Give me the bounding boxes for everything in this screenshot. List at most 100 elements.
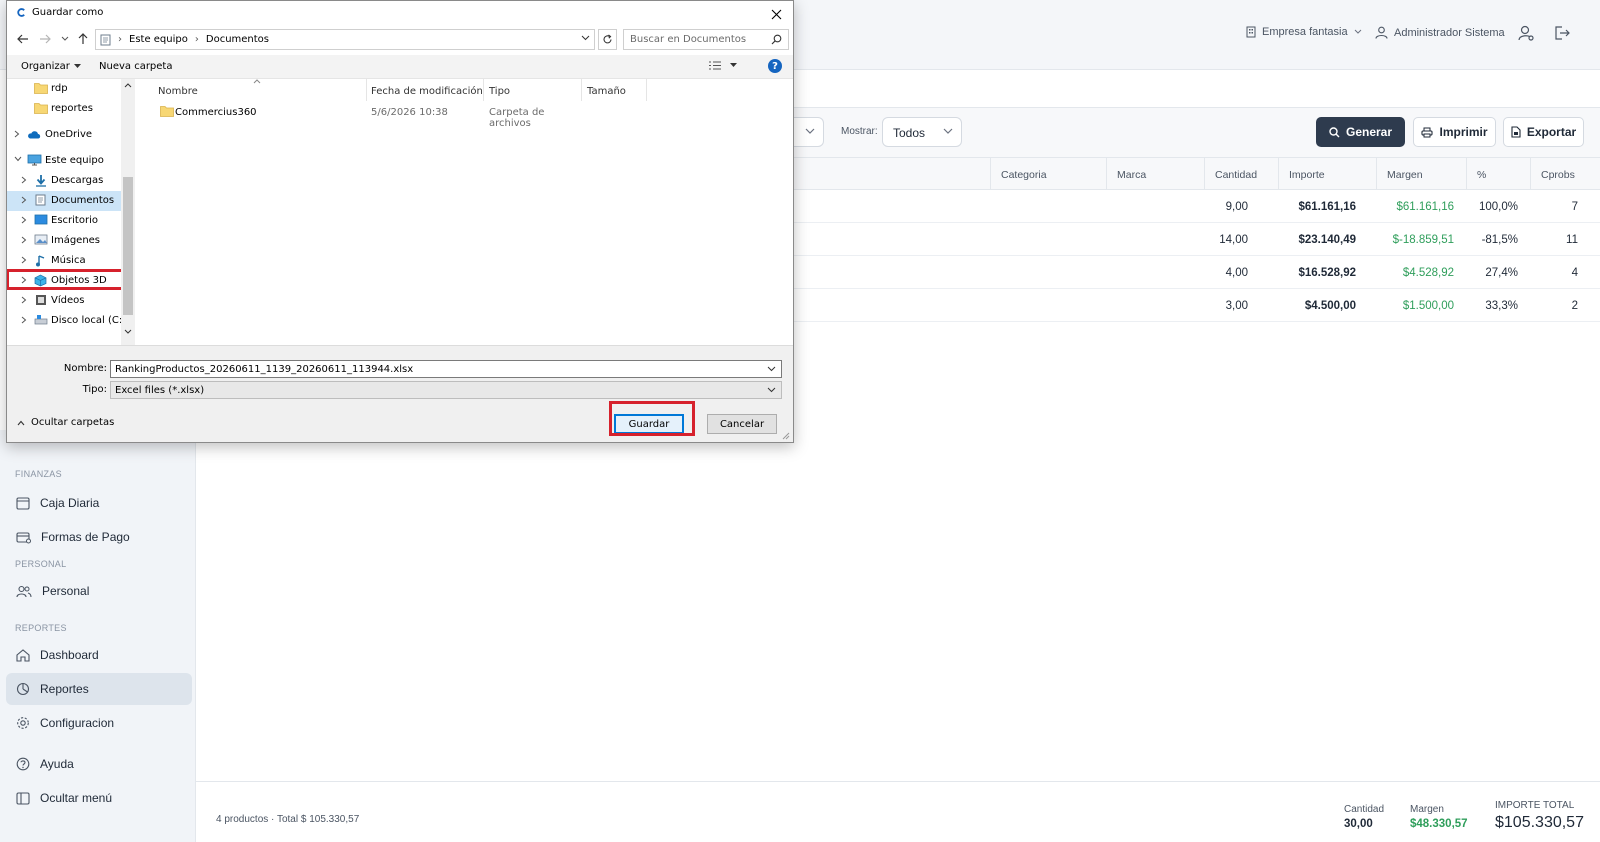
col-marca[interactable]: Marca [1106, 158, 1204, 190]
sidebar-item-dashboard[interactable]: Dashboard [6, 639, 192, 671]
chevron-right-icon[interactable] [21, 216, 27, 224]
footer-margen-label: Margen [1410, 804, 1444, 815]
sidebar-item-formas-de-pago[interactable]: Formas de Pago [6, 521, 192, 553]
cell-importe: $16.528,92 [1298, 267, 1356, 279]
tree-item-este-equipo[interactable]: Este equipo [7, 151, 131, 171]
home-icon [16, 648, 30, 662]
download-icon [36, 175, 46, 187]
dialog-close-button[interactable] [765, 3, 787, 25]
mostrar-select[interactable]: Todos [882, 117, 962, 147]
organizar-button[interactable]: Organizar [21, 61, 81, 72]
col-margen[interactable]: Margen [1376, 158, 1466, 190]
sidebar-item-label: Personal [42, 584, 90, 598]
chevron-down-icon[interactable] [14, 156, 22, 162]
footer-cantidad-label: Cantidad [1344, 804, 1385, 815]
navigation-scrollbar[interactable] [121, 79, 135, 345]
scrollbar-thumb[interactable] [123, 177, 133, 315]
pictures-icon [34, 234, 48, 245]
tree-item-imagenes[interactable]: Imágenes [7, 231, 131, 251]
help-circle-icon [16, 757, 30, 771]
sidebar-item-caja-diaria[interactable]: Caja Diaria [6, 487, 192, 519]
tree-item-videos[interactable]: Vídeos [7, 291, 131, 311]
column-tipo[interactable]: Tipo [489, 83, 510, 101]
tree-item-documentos[interactable]: Documentos [7, 191, 131, 211]
chevron-right-icon[interactable] [21, 256, 27, 264]
col-cantidad[interactable]: Cantidad [1204, 158, 1278, 190]
col-categoria[interactable]: Categoria [990, 158, 1106, 190]
sidebar-item-ocultar-menu[interactable]: Ocultar menú [6, 782, 192, 814]
chevron-down-icon[interactable] [767, 366, 776, 372]
column-separator[interactable] [483, 79, 484, 101]
scroll-up-icon[interactable] [124, 83, 132, 88]
sidebar-item-configuracion[interactable]: Configuracion [6, 707, 192, 739]
column-separator[interactable] [646, 79, 647, 101]
sidebar-item-ayuda[interactable]: Ayuda [6, 748, 192, 780]
logout-icon[interactable] [1553, 24, 1571, 42]
chevron-down-icon [805, 128, 815, 134]
user-menu[interactable]: Administrador Sistema [1375, 26, 1505, 39]
column-separator[interactable] [581, 79, 582, 101]
sidebar-item-label: Configuracion [40, 716, 115, 730]
file-icon [1511, 126, 1521, 138]
ocultar-carpetas-button[interactable]: Ocultar carpetas [17, 417, 114, 428]
tree-item-escritorio[interactable]: Escritorio [7, 211, 131, 231]
col-importe[interactable]: Importe [1278, 158, 1376, 190]
chevron-right-icon[interactable] [14, 130, 20, 138]
navigation-pane: rdp reportes OneDrive Este equipo Descar… [7, 79, 135, 345]
forward-button[interactable] [37, 31, 53, 47]
generar-label: Generar [1345, 125, 1393, 139]
chevron-right-icon[interactable] [21, 196, 27, 204]
up-button[interactable] [75, 31, 91, 47]
imprimir-button[interactable]: Imprimir [1413, 117, 1496, 147]
nueva-carpeta-button[interactable]: Nueva carpeta [99, 61, 172, 72]
close-icon [771, 9, 781, 19]
cell-importe: $61.161,16 [1298, 201, 1356, 213]
folder-icon [160, 106, 174, 117]
chevron-down-icon[interactable] [581, 35, 590, 41]
breadcrumb-documentos[interactable]: Documentos [206, 34, 269, 45]
recent-locations-button[interactable] [57, 31, 73, 47]
chevron-right-icon[interactable] [21, 236, 27, 244]
column-fecha[interactable]: Fecha de modificación [371, 83, 483, 101]
cancelar-button[interactable]: Cancelar [707, 414, 777, 434]
help-button[interactable]: ? [768, 59, 782, 73]
tree-item-onedrive[interactable]: OneDrive [7, 125, 131, 145]
chevron-right-icon[interactable] [21, 176, 27, 184]
back-button[interactable] [15, 31, 31, 47]
cell-cantidad: 3,00 [1225, 300, 1248, 312]
dialog-search-input[interactable]: Buscar en Documentos [623, 29, 789, 50]
video-icon [36, 295, 46, 305]
cell-cantidad: 4,00 [1225, 267, 1248, 279]
tree-item-musica[interactable]: Música [7, 251, 131, 271]
col-pct[interactable]: % [1466, 158, 1530, 190]
column-nombre[interactable]: Nombre [158, 83, 198, 101]
filename-input[interactable]: RankingProductos_20260611_1139_20260611_… [110, 360, 782, 378]
filetype-select[interactable]: Excel files (*.xlsx) [110, 381, 782, 399]
company-selector[interactable]: Empresa fantasia [1246, 26, 1362, 38]
column-tamano[interactable]: Tamaño [587, 83, 626, 101]
exportar-button[interactable]: Exportar [1503, 117, 1584, 147]
refresh-button[interactable] [598, 29, 617, 50]
generar-button[interactable]: Generar [1316, 117, 1405, 147]
column-separator[interactable] [366, 79, 367, 101]
scroll-down-icon[interactable] [124, 329, 132, 334]
card-icon [16, 531, 31, 543]
resize-grip-icon[interactable] [781, 431, 790, 440]
tree-item-disco-local[interactable]: Disco local (C:) [7, 311, 131, 331]
tree-item-reportes[interactable]: reportes [7, 99, 131, 119]
address-bar[interactable]: › Este equipo › Documentos [95, 29, 595, 50]
tree-item-label: OneDrive [45, 129, 93, 140]
view-options-button[interactable] [708, 60, 737, 71]
file-row[interactable]: Commercius360 5/6/2026 10:38 Carpeta de … [151, 103, 581, 129]
caret-down-icon [73, 64, 81, 68]
sidebar-section-personal: PERSONAL [15, 559, 67, 569]
chevron-right-icon[interactable] [21, 296, 27, 304]
col-cprobs[interactable]: Cprobs [1530, 158, 1600, 190]
sidebar-item-personal[interactable]: Personal [6, 575, 192, 607]
breadcrumb-este-equipo[interactable]: Este equipo [129, 34, 188, 45]
tree-item-rdp[interactable]: rdp [7, 79, 131, 99]
tree-item-descargas[interactable]: Descargas [7, 171, 131, 191]
user-settings-icon[interactable] [1517, 24, 1535, 42]
sidebar-item-reportes[interactable]: Reportes [6, 673, 192, 705]
chevron-right-icon[interactable] [21, 316, 27, 324]
